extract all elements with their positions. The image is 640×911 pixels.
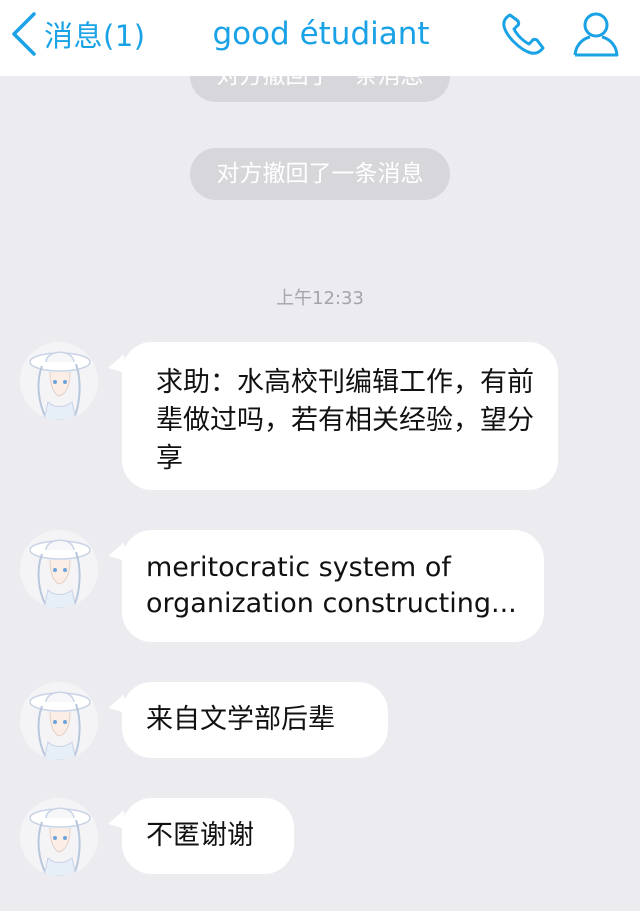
message-text: 来自文学部后辈 — [146, 704, 335, 735]
avatar[interactable] — [20, 342, 98, 420]
call-button[interactable] — [498, 9, 552, 59]
message-bubble[interactable]: meritocratic system of organization cons… — [122, 530, 544, 642]
message-text: 不匿谢谢 — [146, 820, 254, 851]
back-label: 消息(1) — [44, 19, 146, 53]
message-bubble[interactable]: 求助：水高校刊编辑工作，有前辈做过吗，若有相关经验，望分享 — [122, 342, 558, 490]
recall-notice: 对方撤回了一条消息 — [190, 148, 450, 200]
person-icon — [570, 12, 622, 63]
chat-screen: 消息(1) good étudiant 对方撤回了一条消息 对方撤回了一条消息 … — [0, 0, 640, 911]
profile-button[interactable] — [570, 9, 622, 59]
phone-icon — [498, 13, 552, 63]
avatar[interactable] — [20, 798, 98, 876]
message-text: meritocratic system of organization cons… — [146, 552, 517, 619]
back-button[interactable]: 消息(1) — [6, 10, 146, 58]
chevron-left-icon — [6, 10, 40, 58]
message-timestamp: 上午12:33 — [276, 288, 364, 309]
message-text: 求助：水高校刊编辑工作，有前辈做过吗，若有相关经验，望分享 — [156, 367, 534, 474]
avatar[interactable] — [20, 682, 98, 760]
chat-title: good étudiant — [212, 16, 430, 52]
message-bubble[interactable]: 来自文学部后辈 — [122, 682, 388, 758]
nav-bar: 消息(1) good étudiant — [0, 0, 640, 76]
message-bubble[interactable]: 不匿谢谢 — [122, 798, 294, 874]
avatar[interactable] — [20, 530, 98, 608]
